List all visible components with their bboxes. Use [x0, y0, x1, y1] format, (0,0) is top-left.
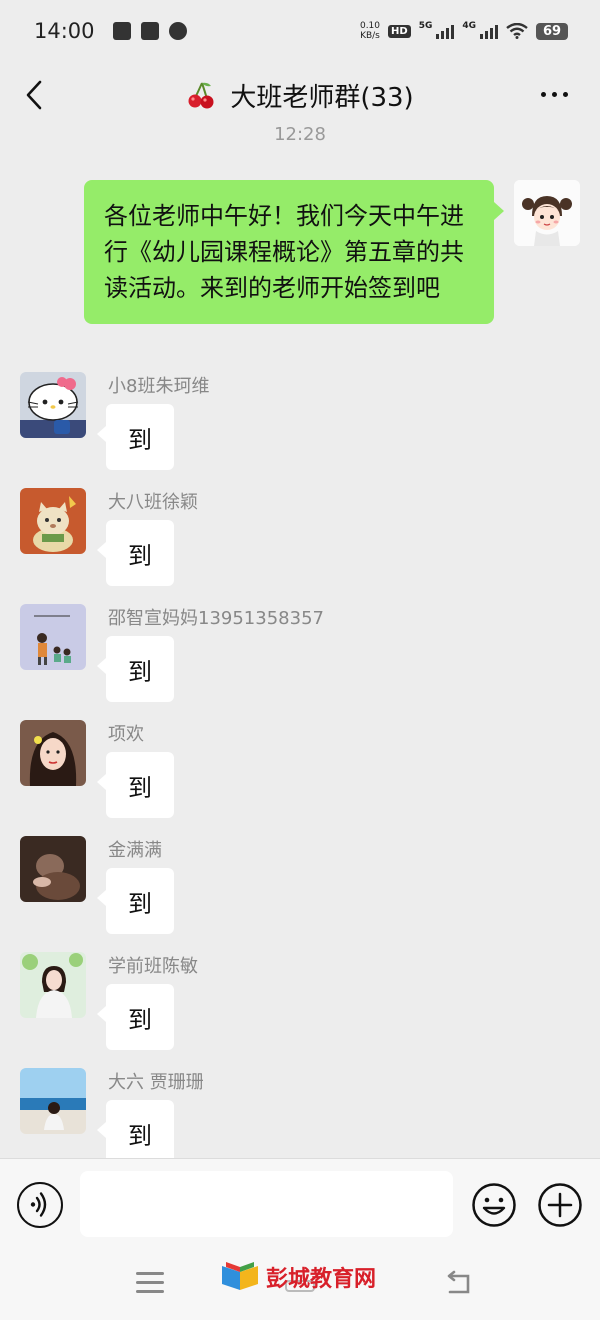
message-row: 项欢 到: [20, 720, 580, 830]
sender-name: 大六 贾珊珊: [108, 1072, 204, 1093]
photo-avatar-icon: [20, 836, 86, 902]
emoji-icon[interactable]: [471, 1182, 517, 1228]
input-bar: [0, 1158, 600, 1250]
page-title: 大班老师群(33): [230, 82, 414, 113]
message-row: 金满满 到: [20, 836, 580, 946]
nav-back-icon[interactable]: [444, 1270, 474, 1298]
sender-name: 项欢: [108, 724, 144, 745]
signal-1-label: 5G: [418, 21, 433, 31]
chat-header: 大班老师群(33): [0, 62, 600, 128]
message-bubble[interactable]: 到: [97, 1100, 174, 1166]
cartoon-girl-avatar-icon: [514, 180, 580, 246]
sender-name: 金满满: [108, 840, 162, 861]
message-bubble[interactable]: 到: [97, 984, 174, 1050]
book-logo-icon: [222, 1262, 258, 1290]
message-bubble[interactable]: 到: [97, 520, 174, 586]
avatar[interactable]: [20, 604, 86, 670]
status-bar: 14:00 0.10 KB/s HD 5G 4G 69: [0, 0, 600, 62]
message-bubble[interactable]: 到: [97, 868, 174, 934]
watermark-text: 彭城教育网: [266, 1267, 377, 1292]
menu-icon[interactable]: [136, 1272, 164, 1296]
signal-2-label: 4G: [462, 21, 476, 31]
hello-kitty-avatar-icon: [20, 372, 86, 438]
avatar[interactable]: [20, 1068, 86, 1134]
voice-icon: [30, 1192, 47, 1217]
message-bubble[interactable]: 到: [97, 404, 174, 470]
message-row: 学前班陈敏 到: [20, 952, 580, 1062]
cherry-icon: [188, 82, 214, 109]
alipay-icon: [112, 22, 131, 40]
signal-2-icon: [480, 23, 498, 39]
message-icon: [168, 22, 187, 40]
sender-name: 小8班朱珂维: [108, 376, 210, 397]
sender-name: 邵智宣妈妈13951358357: [108, 608, 324, 629]
message-row: 大八班徐颖 到: [20, 488, 580, 598]
illustration-avatar-icon: [20, 604, 86, 670]
back-arrow-icon[interactable]: [20, 78, 50, 112]
self-message: 各位老师中午好！我们今天中午进行《幼儿园课程概论》第五章的共读活动。来到的老师开…: [84, 180, 494, 324]
notification-icons: [112, 22, 187, 40]
chat-timestamp: 12:28: [274, 124, 326, 145]
group-title[interactable]: 大班老师群(33): [186, 77, 414, 114]
message-bubble[interactable]: 到: [97, 752, 174, 818]
hd-badge: HD: [388, 24, 411, 38]
message-row: 小8班朱珂维 到: [20, 372, 580, 482]
net-speed-value: 0.10: [359, 21, 381, 31]
wifi-icon: [506, 23, 528, 39]
self-message-bubble[interactable]: 各位老师中午好！我们今天中午进行《幼儿园课程概论》第五章的共读活动。来到的老师开…: [84, 180, 494, 324]
avatar[interactable]: [20, 720, 86, 786]
battery-indicator: 69: [536, 22, 568, 40]
status-time: 14:00: [34, 19, 95, 43]
mail-icon: [140, 22, 159, 40]
avatar[interactable]: [20, 836, 86, 902]
sender-name: 学前班陈敏: [108, 956, 198, 977]
status-right: 0.10 KB/s HD 5G 4G 69: [360, 21, 568, 41]
watermark: 彭城教育网: [220, 1260, 376, 1294]
message-input[interactable]: [80, 1171, 453, 1237]
net-speed-unit: KB/s: [360, 31, 380, 41]
message-bubble[interactable]: 到: [97, 636, 174, 702]
avatar[interactable]: [20, 952, 86, 1018]
signal-1-icon: [436, 23, 455, 39]
net-speed: 0.10 KB/s: [360, 21, 380, 41]
system-nav-bar: 彭城教育网: [0, 1250, 600, 1320]
cat-avatar-icon: [20, 488, 86, 554]
avatar[interactable]: [20, 372, 86, 438]
portrait-avatar-icon: [20, 720, 86, 786]
beach-photo-avatar-icon: [20, 1068, 86, 1134]
girl-photo-avatar-icon: [20, 952, 86, 1018]
message-row: 邵智宣妈妈13951358357 到: [20, 604, 580, 714]
more-options-icon[interactable]: [536, 84, 572, 104]
avatar[interactable]: [20, 488, 86, 554]
self-avatar[interactable]: [514, 180, 580, 246]
voice-input-button[interactable]: [17, 1182, 63, 1228]
sender-name: 大八班徐颖: [108, 492, 198, 513]
add-icon[interactable]: [537, 1182, 583, 1228]
